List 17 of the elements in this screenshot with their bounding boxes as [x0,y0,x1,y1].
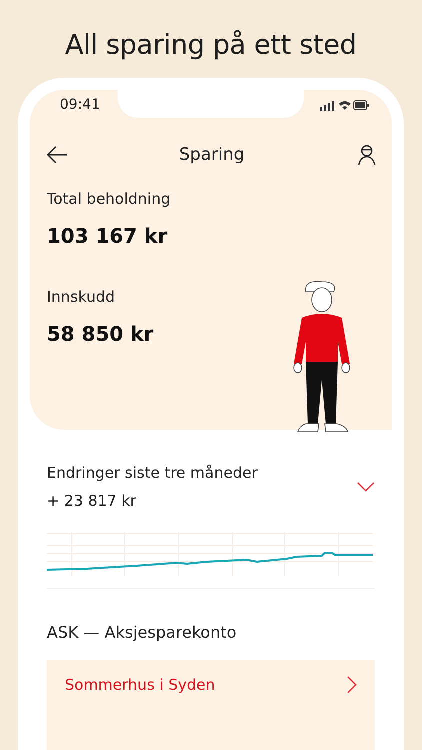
summary-amount: 103 167 kr [47,224,169,248]
headline: All sparing på ett sted [65,30,357,63]
summary-label: Innskudd [47,288,116,306]
status-time: 09:41 [60,97,100,113]
chevron-right-icon [347,676,357,694]
goal-name: Sommerhus i Syden [65,676,216,694]
screen-title: Sparing [179,145,245,165]
goal-card[interactable]: Sommerhus i Syden [47,660,375,750]
summary-label: Total beholdning [47,190,172,208]
account-title: ASK — Aksjesparekonto [47,623,238,642]
changes-amount: + 23 817 kr [47,492,138,510]
expand-chevron-icon[interactable] [357,481,375,493]
status-icons [320,100,370,110]
back-icon[interactable] [46,144,68,166]
summary-amount: 58 850 kr [47,322,155,346]
profile-icon[interactable] [356,144,378,166]
changes-label: Endringer siste tre måneder [47,464,258,482]
